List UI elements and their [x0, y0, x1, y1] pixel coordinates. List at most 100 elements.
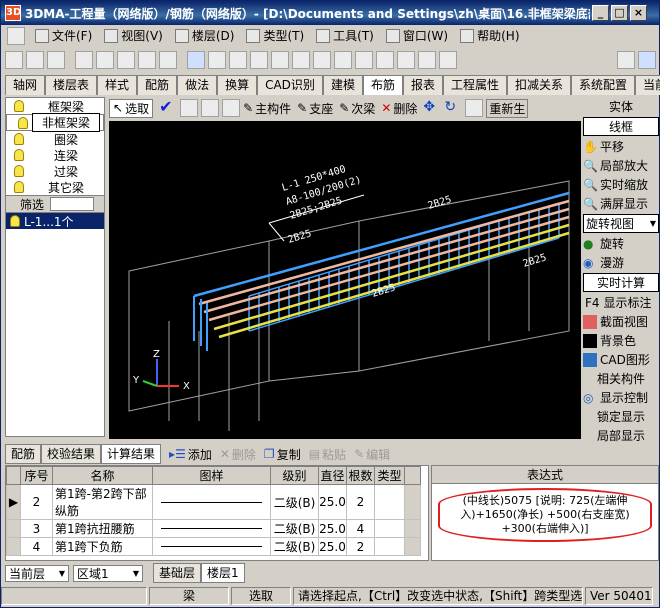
main-member-button[interactable]: ✎ 主构件: [243, 100, 291, 117]
wireframe-view-button[interactable]: 线框: [583, 117, 659, 136]
3d-viewport[interactable]: L-1 250*400 A8-100/200(2) 2B25;2B25 2B25…: [109, 121, 581, 439]
secondary-beam-button[interactable]: ✎ 次梁: [339, 100, 375, 117]
tab-check-results[interactable]: 校验结果: [41, 444, 102, 464]
box-select-icon[interactable]: [201, 99, 220, 117]
menu-floor[interactable]: 楼层(D): [174, 27, 234, 44]
tab-style[interactable]: 样式: [97, 75, 138, 95]
filter-input[interactable]: [50, 197, 95, 211]
list-item-non-frame-beam[interactable]: 非框架梁: [6, 113, 104, 132]
list-item-lintel[interactable]: 过梁: [6, 163, 104, 179]
maximize-button[interactable]: □: [611, 5, 628, 21]
cad-graphics-button[interactable]: CAD图形: [583, 350, 659, 369]
grid-icon[interactable]: [229, 51, 247, 69]
zoom-window-button[interactable]: 🔍 局部放大: [583, 156, 659, 175]
pan-button[interactable]: ✋ 平移: [583, 137, 659, 156]
col-header[interactable]: 序号: [20, 466, 53, 485]
tab-rebar[interactable]: 配筋: [5, 444, 42, 464]
cad-icon[interactable]: [376, 51, 394, 69]
edit-member-icon[interactable]: [180, 99, 199, 117]
brush-icon[interactable]: [222, 99, 241, 117]
menu-help[interactable]: 帮助(H): [460, 27, 520, 44]
table-row[interactable]: 4 第1跨下负筋 二级(B) 25.0 2: [6, 537, 421, 556]
current-layer-select[interactable]: 当前层 ▼: [5, 564, 69, 582]
tab-deduction[interactable]: 扣减关系: [507, 75, 572, 95]
lock-display-button[interactable]: 锁定显示: [583, 407, 659, 426]
undo-icon[interactable]: [138, 51, 156, 69]
member-list-icon[interactable]: [208, 51, 226, 69]
toolbar-icon[interactable]: [7, 26, 25, 45]
support-button[interactable]: ✎ 支座: [297, 100, 333, 117]
layer-icon[interactable]: [292, 51, 310, 69]
list-item-other-beam[interactable]: 其它梁: [6, 179, 104, 195]
add-row-button[interactable]: ▸☰ 添加: [169, 446, 212, 463]
region-select[interactable]: 区域1 ▼: [73, 564, 143, 582]
tab-conversion[interactable]: 换算: [217, 75, 258, 95]
menu-file[interactable]: 文件(F): [35, 27, 92, 44]
table-row[interactable]: ▶ 2 第1跨-第2跨下部纵筋 二级(B) 25.0 2: [6, 484, 421, 520]
col-header[interactable]: 级别: [270, 466, 319, 485]
rotate-view-select[interactable]: 旋转视图 ▼: [583, 214, 659, 233]
settings-icon[interactable]: [355, 51, 373, 69]
grid-select-icon[interactable]: [465, 99, 484, 117]
col-header[interactable]: 直径: [318, 466, 347, 485]
realtime-zoom-button[interactable]: 🔍 实时缩放: [583, 175, 659, 194]
compute-icon[interactable]: [313, 51, 331, 69]
solid-view-button[interactable]: 实体: [583, 97, 659, 116]
new-file-icon[interactable]: [5, 51, 23, 69]
cut-icon[interactable]: [75, 51, 93, 69]
tree-item-l1[interactable]: L-1...1个: [6, 213, 104, 229]
scrollbar[interactable]: [404, 537, 421, 556]
close-button[interactable]: ×: [630, 5, 647, 21]
confirm-check-icon[interactable]: ✔: [159, 99, 177, 117]
tab-reports[interactable]: 报表: [402, 75, 443, 95]
rotate-button[interactable]: ● 旋转: [583, 234, 659, 253]
list-item-ring-beam[interactable]: 圈梁: [6, 131, 104, 147]
report-icon[interactable]: [271, 51, 289, 69]
menu-type[interactable]: 类型(T): [246, 27, 304, 44]
menu-window[interactable]: 窗口(W): [385, 27, 448, 44]
refresh-icon[interactable]: ↻: [444, 99, 462, 117]
col-header[interactable]: 类型: [374, 466, 405, 485]
table-row[interactable]: 3 第1跨抗扭腰筋 二级(B) 25.0 4: [6, 519, 421, 538]
tab-axis-grid[interactable]: 轴网: [5, 75, 46, 95]
panel-toggle-icon[interactable]: [638, 51, 656, 69]
property-icon[interactable]: [187, 51, 205, 69]
background-color-button[interactable]: 背景色: [583, 331, 659, 350]
paste-icon[interactable]: [117, 51, 135, 69]
print-icon[interactable]: [418, 51, 436, 69]
select-button[interactable]: ↖ 选取: [109, 98, 154, 118]
display-control-button[interactable]: ◎ 显示控制: [583, 388, 659, 407]
tab-floor-1[interactable]: 楼层1: [201, 563, 245, 583]
regenerate-button[interactable]: 重新生: [486, 98, 529, 118]
col-header[interactable]: 名称: [52, 466, 153, 485]
open-file-icon[interactable]: [26, 51, 44, 69]
copy-row-button[interactable]: ❐ 复制: [264, 446, 301, 463]
related-members-button[interactable]: 相关构件: [583, 369, 659, 388]
copy-icon[interactable]: [96, 51, 114, 69]
roam-button[interactable]: ◉ 漫游: [583, 253, 659, 272]
menu-tools[interactable]: 工具(T): [316, 27, 374, 44]
export-icon[interactable]: [397, 51, 415, 69]
tab-floor-table[interactable]: 楼层表: [45, 75, 98, 95]
list-item-frame-beam[interactable]: 框架梁: [6, 98, 104, 114]
tab-calc-results[interactable]: 计算结果: [101, 444, 162, 464]
tab-project-props[interactable]: 工程属性: [442, 75, 507, 95]
delete-button[interactable]: ✕ 删除: [381, 100, 417, 117]
table-icon[interactable]: [250, 51, 268, 69]
minimize-button[interactable]: _: [592, 5, 609, 21]
col-header[interactable]: 根数: [346, 466, 375, 485]
section-view-button[interactable]: 截面视图: [583, 312, 659, 331]
move-icon[interactable]: ✥: [423, 99, 441, 117]
col-header[interactable]: 图样: [152, 466, 271, 485]
check-icon[interactable]: [334, 51, 352, 69]
fit-screen-button[interactable]: 🔍 满屏显示: [583, 194, 659, 213]
show-annotation-toggle[interactable]: F4 显示标注: [583, 293, 659, 312]
tab-rebar-layout[interactable]: 布筋: [362, 75, 403, 95]
tab-method[interactable]: 做法: [177, 75, 218, 95]
preview-icon[interactable]: [439, 51, 457, 69]
redo-icon[interactable]: [159, 51, 177, 69]
tab-cad-recognition[interactable]: CAD识别: [257, 75, 323, 95]
trash-icon[interactable]: [617, 51, 635, 69]
tab-modeling[interactable]: 建模: [322, 75, 363, 95]
tab-current[interactable]: 当前构: [635, 75, 660, 95]
